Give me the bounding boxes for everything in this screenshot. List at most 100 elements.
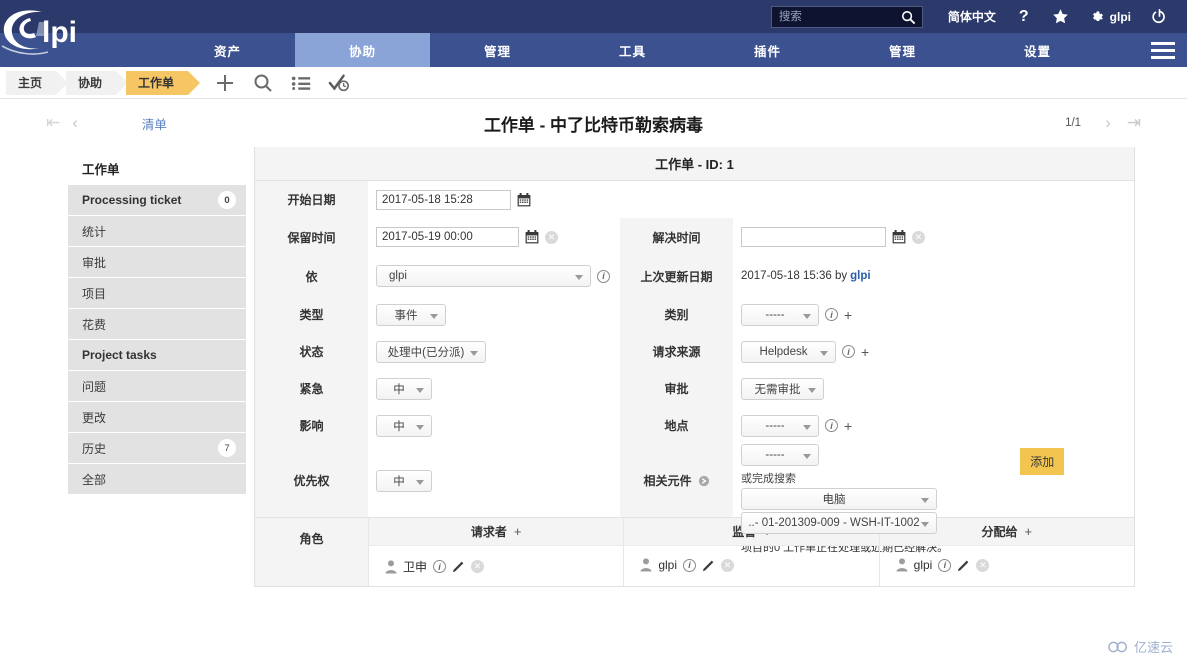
ticket-form-grid: 开始日期 保留时间 依 类型 状态 紧急 影响 优先权	[255, 181, 1134, 517]
assoc-placeholder-select[interactable]: -----	[741, 444, 819, 466]
field-start-date	[368, 181, 620, 218]
breadcrumb-item-home[interactable]: 主页	[6, 71, 56, 95]
sidebar-item-label: 审批	[82, 254, 106, 271]
sidebar-item-badge: 7	[218, 439, 236, 457]
breadcrumb: 主页 协助 工作单	[0, 67, 1187, 99]
sidebar-item-label: 全部	[82, 471, 106, 488]
clear-hold-time-icon[interactable]: ✕	[545, 231, 558, 244]
nav-tab-plugins[interactable]: 插件	[700, 33, 835, 67]
sidebar-item-badge: 0	[218, 191, 236, 209]
settings-user-menu[interactable]: glpi	[1080, 0, 1140, 33]
add-location-icon[interactable]: +	[844, 419, 852, 433]
add-button[interactable]: 添加	[1020, 448, 1064, 475]
approval-select[interactable]: 无需审批	[741, 378, 824, 400]
info-icon[interactable]: i	[842, 345, 855, 358]
impact-select[interactable]: 中	[376, 415, 432, 437]
label-associated-items: 相关元件	[620, 444, 733, 517]
priority-select[interactable]: 中	[376, 470, 432, 492]
last-update-user[interactable]: glpi	[850, 270, 870, 282]
info-icon[interactable]: i	[683, 559, 696, 572]
nav-tab-management[interactable]: 管理	[430, 33, 565, 67]
nav-tab-assets[interactable]: 资产	[160, 33, 295, 67]
role-body-watcher: glpi i ✕	[624, 546, 878, 572]
info-icon[interactable]: i	[938, 559, 951, 572]
watcher-name[interactable]: glpi	[658, 558, 677, 572]
remove-requester-icon[interactable]: ✕	[471, 560, 484, 573]
add-requester-icon[interactable]: +	[514, 525, 522, 538]
list-icon[interactable]	[290, 72, 312, 94]
add-category-icon[interactable]: +	[844, 308, 852, 322]
remove-watcher-icon[interactable]: ✕	[721, 559, 734, 572]
calendar-icon[interactable]	[892, 230, 906, 244]
label-priority: 优先权	[255, 444, 368, 517]
calendar-icon[interactable]	[525, 230, 539, 244]
sidebar-item-problem[interactable]: 问题	[68, 371, 246, 402]
location-select[interactable]: -----	[741, 415, 819, 437]
source-select[interactable]: Helpdesk	[741, 341, 836, 363]
page-title: 工作单 - 中了比特币勒索病毒	[0, 111, 1187, 136]
last-page-icon[interactable]: ⇥	[1121, 113, 1147, 133]
list-link[interactable]: 清单	[142, 114, 167, 133]
nav-tab-assistance[interactable]: 协助	[295, 33, 430, 67]
requester-name[interactable]: 卫申	[403, 558, 427, 575]
check-clock-icon[interactable]	[328, 72, 350, 94]
remove-assigned-icon[interactable]: ✕	[976, 559, 989, 572]
global-search[interactable]	[771, 6, 923, 28]
glpi-logo[interactable]: lpi	[0, 2, 110, 60]
sidebar-item-change[interactable]: 更改	[68, 402, 246, 433]
status-select[interactable]: 处理中(已分派)	[376, 341, 486, 363]
language-selector[interactable]: 简体中文	[937, 0, 1007, 33]
info-icon[interactable]: i	[433, 560, 446, 573]
nav-tab-setup[interactable]: 设置	[970, 33, 1105, 67]
by-select[interactable]: glpi	[376, 265, 591, 287]
sidebar-item-approval[interactable]: 审批	[68, 247, 246, 278]
search-icon[interactable]	[252, 72, 274, 94]
next-page-icon[interactable]: ›	[1099, 113, 1117, 133]
urgency-select[interactable]: 中	[376, 378, 432, 400]
sidebar-item-all[interactable]: 全部	[68, 464, 246, 495]
ticket-id-heading: 工作单 - ID: 1	[255, 147, 1134, 181]
sidebar-item-project[interactable]: 项目	[68, 278, 246, 309]
star-icon[interactable]	[1041, 0, 1080, 33]
info-icon[interactable]: i	[825, 308, 838, 321]
assigned-name[interactable]: glpi	[914, 558, 933, 572]
help-icon[interactable]: ?	[1007, 0, 1041, 33]
type-select[interactable]: 事件	[376, 304, 446, 326]
info-icon[interactable]: i	[825, 419, 838, 432]
edit-pencil-icon[interactable]	[452, 560, 465, 573]
help-circle-icon[interactable]	[698, 475, 710, 487]
sidebar-item-cost[interactable]: 花费	[68, 309, 246, 340]
nav-tab-tools[interactable]: 工具	[565, 33, 700, 67]
calendar-icon[interactable]	[517, 193, 531, 207]
nav-tab-administration[interactable]: 管理	[835, 33, 970, 67]
category-select[interactable]: -----	[741, 304, 819, 326]
search-input[interactable]	[772, 7, 894, 27]
prev-page-icon[interactable]: ‹	[66, 113, 84, 133]
sidebar-item-history[interactable]: 历史 7	[68, 433, 246, 464]
label-roles: 角色	[255, 518, 368, 586]
sidebar-item-statistics[interactable]: 统计	[68, 216, 246, 247]
breadcrumb-item-tickets[interactable]: 工作单	[126, 71, 188, 95]
resolve-time-input[interactable]	[741, 227, 886, 247]
hold-time-input[interactable]	[376, 227, 519, 247]
person-icon	[896, 558, 908, 572]
power-icon[interactable]	[1140, 0, 1179, 33]
breadcrumb-item-assistance[interactable]: 协助	[66, 71, 116, 95]
start-date-input[interactable]	[376, 190, 511, 210]
search-icon[interactable]	[901, 10, 916, 25]
field-status: 处理中(已分派)	[368, 333, 620, 370]
label-last-update: 上次更新日期	[620, 256, 733, 296]
first-page-icon[interactable]: ⇤	[40, 113, 66, 133]
sidebar-item-project-tasks[interactable]: Project tasks	[68, 340, 246, 371]
sidebar-item-processing-ticket[interactable]: Processing ticket 0	[68, 185, 246, 216]
assoc-type-select[interactable]: 电脑	[741, 488, 937, 510]
add-source-icon[interactable]: +	[861, 345, 869, 359]
info-icon[interactable]: i	[597, 270, 610, 283]
hamburger-icon[interactable]	[1139, 33, 1187, 67]
plus-icon[interactable]	[214, 72, 236, 94]
edit-pencil-icon[interactable]	[702, 559, 715, 572]
assoc-item-select[interactable]: ..- 01-201309-009 - WSH-IT-1002	[741, 512, 937, 534]
edit-pencil-icon[interactable]	[957, 559, 970, 572]
add-assigned-icon[interactable]: +	[1025, 525, 1033, 538]
clear-resolve-time-icon[interactable]: ✕	[912, 231, 925, 244]
